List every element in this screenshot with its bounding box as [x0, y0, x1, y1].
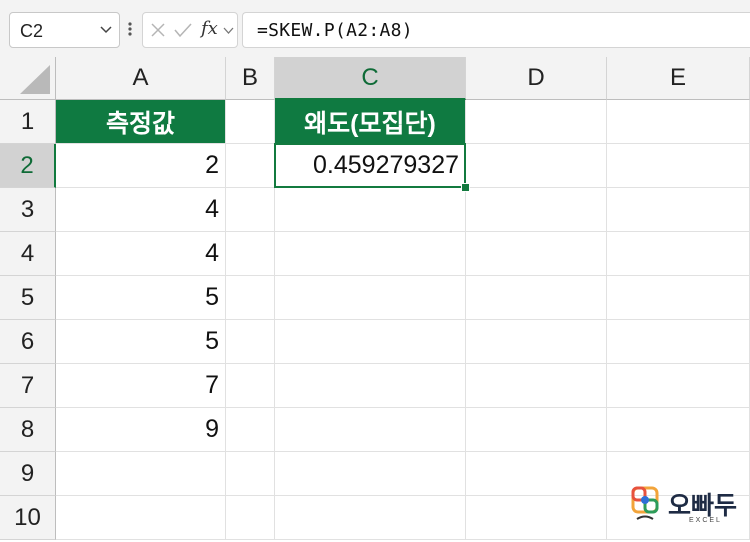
cell-c3[interactable]	[275, 188, 466, 232]
insert-function-button[interactable]: fx	[201, 18, 218, 39]
enter-check-icon[interactable]	[173, 21, 193, 39]
name-box[interactable]: C2	[9, 12, 120, 48]
column-header-b[interactable]: B	[226, 57, 275, 100]
cell-e4[interactable]	[607, 232, 750, 276]
cell-b5[interactable]	[226, 276, 275, 320]
cell-e6[interactable]	[607, 320, 750, 364]
column-header-d[interactable]: D	[466, 57, 607, 100]
formula-bar: C2 fx =SKEW.P(A2:A8)	[0, 0, 750, 57]
cell-e8[interactable]	[607, 408, 750, 452]
cell-b8[interactable]	[226, 408, 275, 452]
row-header-4[interactable]: 4	[0, 232, 56, 276]
formula-text: =SKEW.P(A2:A8)	[257, 20, 413, 41]
column-header-e[interactable]: E	[607, 57, 750, 100]
cell-a7[interactable]: 7	[56, 364, 226, 408]
fill-handle[interactable]	[461, 183, 470, 192]
cell-b6[interactable]	[226, 320, 275, 364]
cell-a5[interactable]: 5	[56, 276, 226, 320]
row-header-3[interactable]: 3	[0, 188, 56, 232]
cell-c6[interactable]	[275, 320, 466, 364]
chevron-down-icon[interactable]	[223, 26, 234, 35]
cell-d6[interactable]	[466, 320, 607, 364]
row-header-1[interactable]: 1	[0, 100, 56, 144]
cell-d4[interactable]	[466, 232, 607, 276]
formula-controls: fx	[142, 12, 238, 48]
cell-d5[interactable]	[466, 276, 607, 320]
cell-b1[interactable]	[226, 100, 275, 144]
cell-b3[interactable]	[226, 188, 275, 232]
row-header-5[interactable]: 5	[0, 276, 56, 320]
cell-c10[interactable]	[275, 496, 466, 540]
row-header-9[interactable]: 9	[0, 452, 56, 496]
chevron-down-icon[interactable]	[99, 22, 113, 36]
cell-e1[interactable]	[607, 100, 750, 144]
cell-d1[interactable]	[466, 100, 607, 144]
row-header-2[interactable]: 2	[0, 144, 56, 188]
brand-logo: 오빠두 EXCEL	[631, 486, 741, 532]
cell-e3[interactable]	[607, 188, 750, 232]
cell-a1[interactable]: 측정값	[56, 100, 226, 144]
column-header-a[interactable]: A	[56, 57, 226, 100]
select-all-corner[interactable]	[0, 57, 56, 100]
cell-d2[interactable]	[466, 144, 607, 188]
select-all-triangle-icon	[20, 65, 50, 94]
cell-d9[interactable]	[466, 452, 607, 496]
cell-d3[interactable]	[466, 188, 607, 232]
logo-mark-icon	[631, 486, 659, 520]
cell-c1[interactable]: 왜도(모집단)	[275, 100, 466, 144]
cell-c5[interactable]	[275, 276, 466, 320]
cell-c4[interactable]	[275, 232, 466, 276]
cell-b10[interactable]	[226, 496, 275, 540]
more-options-icon[interactable]	[126, 17, 134, 41]
cell-b2[interactable]	[226, 144, 275, 188]
cell-e5[interactable]	[607, 276, 750, 320]
cell-d7[interactable]	[466, 364, 607, 408]
name-box-value: C2	[20, 21, 44, 41]
row-header-7[interactable]: 7	[0, 364, 56, 408]
cell-a3[interactable]: 4	[56, 188, 226, 232]
cell-a9[interactable]	[56, 452, 226, 496]
cell-a4[interactable]: 4	[56, 232, 226, 276]
cell-b4[interactable]	[226, 232, 275, 276]
cell-d8[interactable]	[466, 408, 607, 452]
formula-input[interactable]: =SKEW.P(A2:A8)	[242, 12, 750, 48]
cell-c9[interactable]	[275, 452, 466, 496]
cell-a2[interactable]: 2	[56, 144, 226, 188]
cell-c2[interactable]: 0.459279327	[275, 144, 466, 188]
cell-a10[interactable]	[56, 496, 226, 540]
cell-a6[interactable]: 5	[56, 320, 226, 364]
cell-d10[interactable]	[466, 496, 607, 540]
cell-c7[interactable]	[275, 364, 466, 408]
cell-e2[interactable]	[607, 144, 750, 188]
logo-subtitle: EXCEL	[689, 517, 722, 524]
cell-b9[interactable]	[226, 452, 275, 496]
cell-c8[interactable]	[275, 408, 466, 452]
row-header-8[interactable]: 8	[0, 408, 56, 452]
cell-b7[interactable]	[226, 364, 275, 408]
cancel-icon[interactable]	[149, 21, 167, 39]
worksheet-grid: A B C D E 1 측정값 왜도(모집단) 2 2 0.459279327 3 4 4 4 5 5 6 5 7 7 8…	[0, 57, 750, 542]
column-header-c[interactable]: C	[275, 57, 466, 100]
cell-e7[interactable]	[607, 364, 750, 408]
cell-a8[interactable]: 9	[56, 408, 226, 452]
row-header-10[interactable]: 10	[0, 496, 56, 540]
row-header-6[interactable]: 6	[0, 320, 56, 364]
